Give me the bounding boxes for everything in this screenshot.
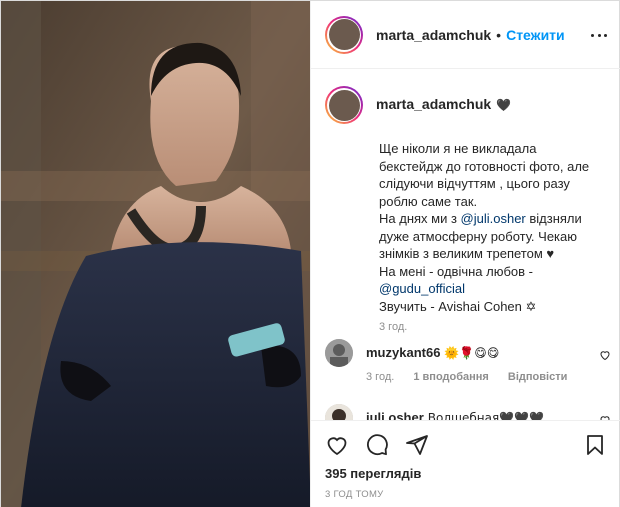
author-avatar[interactable] <box>325 15 363 54</box>
comment-text: Волшебная🖤🖤🖤 <box>427 411 545 420</box>
follow-button[interactable]: Стежити <box>506 27 565 43</box>
black-heart-icon: 🖤 <box>496 98 512 112</box>
comments-section: marta_adamchuk 🖤 Ще ніколи я не викладала… <box>311 70 620 420</box>
post-photo <box>1 1 310 507</box>
post-actions: 395 переглядів 3 ГОД ТОМУ <box>311 420 620 507</box>
post-image[interactable] <box>1 1 310 507</box>
comment-like-icon[interactable] <box>599 349 611 361</box>
more-options-icon[interactable] <box>591 27 607 43</box>
mention-gudu-official[interactable]: @gudu_official <box>379 280 611 298</box>
post-panel: marta_adamchuk • Стежити marta_adamchuk 🖤… <box>310 1 620 507</box>
share-icon[interactable] <box>405 433 429 457</box>
bookmark-icon[interactable] <box>583 433 607 457</box>
comment-text: 🌞🌹😋😋 <box>444 346 500 360</box>
post-header: marta_adamchuk • Стежити <box>311 1 620 69</box>
comment-username[interactable]: muzykant66 <box>366 345 440 360</box>
view-count[interactable]: 395 переглядів <box>325 466 421 481</box>
caption-username[interactable]: marta_adamchuk <box>376 96 491 112</box>
comment-icon[interactable] <box>365 433 389 457</box>
post-timestamp[interactable]: 3 ГОД ТОМУ <box>325 489 384 500</box>
comment-avatar[interactable] <box>325 339 353 367</box>
separator-dot: • <box>496 26 502 43</box>
comment-username[interactable]: juli.osher <box>366 410 424 420</box>
mention-juli-osher[interactable]: @juli.osher <box>461 211 526 226</box>
reply-button[interactable]: Відповісти <box>508 371 567 383</box>
caption-time[interactable]: 3 год. <box>379 321 407 333</box>
caption-avatar[interactable] <box>325 86 363 124</box>
comment-time[interactable]: 3 год. <box>366 371 394 383</box>
author-username[interactable]: marta_adamchuk <box>376 27 491 43</box>
post-dialog: marta_adamchuk • Стежити marta_adamchuk 🖤… <box>0 0 620 507</box>
comment-likes[interactable]: 1 вподобання <box>413 371 488 383</box>
like-icon[interactable] <box>325 433 349 457</box>
comment-avatar[interactable] <box>325 404 353 420</box>
caption-text: Ще ніколи я не викладала бекстейдж до го… <box>379 140 611 315</box>
